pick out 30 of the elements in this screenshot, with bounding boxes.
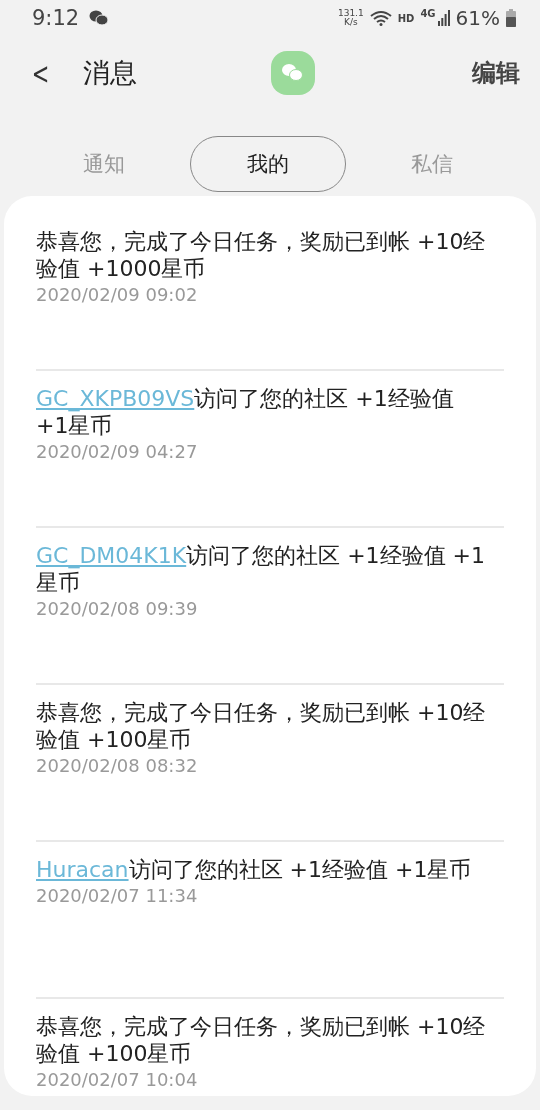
message-text: 恭喜您，完成了今日任务，奖励已到帐 +10经验值 +100星币 (36, 1013, 486, 1067)
user-link[interactable]: Huracan (36, 857, 129, 882)
tab[interactable]: 通知 (26, 136, 182, 192)
battery-level: 61% (455, 6, 500, 30)
hd-label: HD (397, 12, 415, 24)
message-text: 恭喜您，完成了今日任务，奖励已到帐 +10经验值 +100星币 (36, 699, 486, 753)
battery-icon (506, 9, 516, 27)
message-text: 恭喜您，完成了今日任务，奖励已到帐 +10经验值 +1000星币 (36, 228, 486, 282)
message-date: 2020/02/09 09:02 (36, 284, 198, 305)
message-text: Huracan访问了您的社区 +1经验值 +1星币 (36, 856, 473, 883)
message-date: 2020/02/08 08:32 (36, 755, 198, 776)
message-date: 2020/02/09 04:27 (36, 441, 198, 462)
back-button[interactable]: < (28, 55, 53, 91)
wifi-icon (369, 10, 392, 26)
user-link[interactable]: GC_DM04K1K (36, 543, 187, 568)
net-speed: 131.1 K/s (337, 9, 364, 27)
chat-app-icon[interactable] (270, 51, 315, 95)
chat-icon (89, 10, 110, 26)
network-label: 4G (420, 8, 436, 19)
edit-button[interactable]: 编辑 (472, 57, 520, 89)
clock: 9:12 (32, 6, 80, 30)
page-title: 消息 (83, 56, 139, 90)
message-text: GC_DM04K1K访问了您的社区 +1经验值 +1星币 (36, 542, 486, 596)
message-date: 2020/02/07 11:34 (36, 885, 198, 906)
user-link[interactable]: GC_XKPB09VS (36, 386, 195, 411)
tab[interactable]: 私信 (354, 136, 510, 192)
message-text: GC_XKPB09VS访问了您的社区 +1经验值 +1星币 (36, 385, 455, 439)
message-date: 2020/02/07 10:04 (36, 1069, 198, 1090)
message-date: 2020/02/08 09:39 (36, 598, 198, 619)
signal-icon (437, 10, 450, 26)
